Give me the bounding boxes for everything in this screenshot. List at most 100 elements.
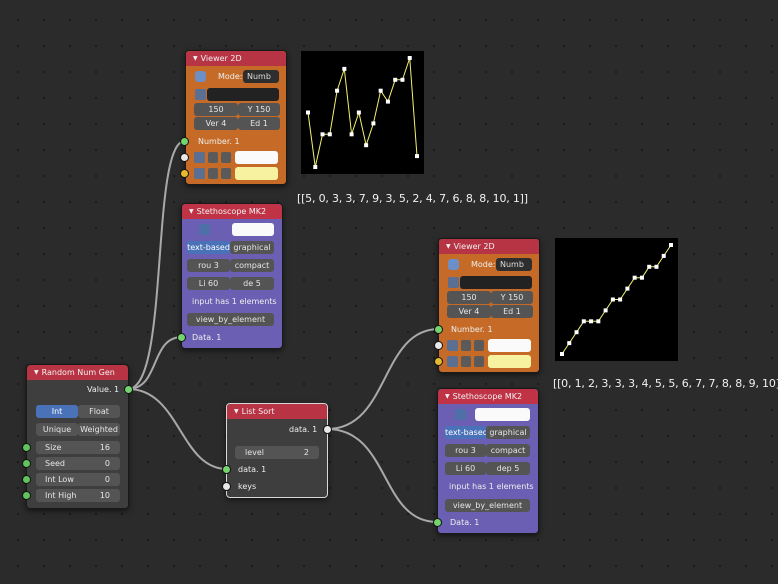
text-based-button[interactable]: text-based — [445, 426, 486, 439]
int-low-field[interactable]: Int Low 0 — [36, 473, 120, 486]
color-white-field[interactable] — [488, 339, 531, 352]
field-150[interactable]: 150 — [447, 291, 491, 304]
field-150[interactable]: 150 — [194, 103, 238, 116]
field-ed[interactable]: Ed 1 — [238, 117, 280, 130]
rounding-field[interactable]: rou 3 — [187, 259, 230, 272]
brush-icon[interactable] — [474, 340, 484, 351]
stetho1-data-socket[interactable] — [177, 333, 186, 342]
node-header[interactable]: ▼ Viewer 2D — [186, 51, 286, 66]
sort-data-output-socket[interactable] — [323, 425, 332, 434]
level-label: level — [245, 448, 265, 457]
globe-icon[interactable] — [195, 89, 206, 100]
field-y150[interactable]: Y 150 — [238, 103, 280, 116]
monitor-icon[interactable] — [199, 224, 210, 235]
size-field[interactable]: Size 16 — [36, 441, 120, 454]
weighted-button[interactable]: Weighted — [78, 423, 120, 436]
random-seed-socket[interactable] — [22, 459, 31, 468]
edit-icon[interactable] — [461, 356, 471, 367]
int-button[interactable]: Int — [36, 405, 78, 418]
stethoscope-node[interactable]: ▼ Stethoscope MK2 text-based graphical ro… — [181, 203, 283, 349]
random-int-high-socket[interactable] — [22, 491, 31, 500]
edit-icon[interactable] — [461, 340, 471, 351]
random-int-low-socket[interactable] — [22, 475, 31, 484]
collapse-triangle-icon[interactable]: ▼ — [34, 369, 39, 376]
viewer1-color-socket[interactable] — [180, 153, 189, 162]
graphical-button[interactable]: graphical — [486, 426, 530, 439]
edit-icon[interactable] — [208, 152, 218, 163]
color-white-field[interactable] — [235, 151, 278, 164]
stetho2-data-socket[interactable] — [433, 518, 442, 527]
eye-icon[interactable] — [195, 71, 206, 82]
color-field[interactable] — [207, 88, 279, 101]
node-header[interactable]: ▼ Stethoscope MK2 — [438, 389, 538, 404]
depth-field[interactable]: de 5 — [230, 277, 274, 290]
grid-icon[interactable] — [194, 168, 205, 179]
grid-icon[interactable] — [447, 340, 458, 351]
level-field[interactable]: level 2 — [235, 446, 319, 459]
color-yellow-field[interactable] — [235, 167, 278, 180]
field-ver[interactable]: Ver 4 — [194, 117, 238, 130]
viewer2-plot-point — [567, 341, 572, 346]
viewer-2d-node[interactable]: ▼ Viewer 2D Mode: Numb 150 Y 150 Ver 4 Ed… — [185, 50, 287, 185]
color-white-field[interactable] — [475, 408, 530, 421]
mode-dropdown[interactable]: Numb — [496, 258, 532, 271]
grid-icon[interactable] — [194, 152, 205, 163]
field-ver[interactable]: Ver 4 — [447, 305, 491, 318]
line-width-field[interactable]: Li 60 — [187, 277, 230, 290]
compact-button[interactable]: compact — [230, 259, 274, 272]
collapse-triangle-icon[interactable]: ▼ — [446, 243, 451, 250]
unique-button[interactable]: Unique — [36, 423, 78, 436]
node-header[interactable]: ▼ Stethoscope MK2 — [182, 204, 282, 219]
brush-icon[interactable] — [221, 168, 231, 179]
rounding-field[interactable]: rou 3 — [445, 444, 486, 457]
viewer1-plot-point — [327, 132, 332, 137]
field-y150[interactable]: Y 150 — [491, 291, 533, 304]
stethoscope-node-2[interactable]: ▼ Stethoscope MK2 text-based graphical ro… — [437, 388, 539, 534]
mode-dropdown[interactable]: Numb — [243, 70, 279, 83]
graphical-button[interactable]: graphical — [230, 241, 274, 254]
globe-icon[interactable] — [448, 277, 459, 288]
viewer2-color-socket[interactable] — [434, 341, 443, 350]
sort-keys-input-socket[interactable] — [222, 482, 231, 491]
collapse-triangle-icon[interactable]: ▼ — [234, 408, 239, 415]
viewer2-color2-socket[interactable] — [434, 357, 443, 366]
viewer1-color2-socket[interactable] — [180, 169, 189, 178]
edit-icon[interactable] — [208, 168, 218, 179]
list-sort-node[interactable]: ▼ List Sort data. 1 level 2 data. 1 keys — [226, 403, 328, 498]
int-high-field[interactable]: Int High 10 — [36, 489, 120, 502]
brush-icon[interactable] — [474, 356, 484, 367]
color-white-field[interactable] — [232, 223, 274, 236]
line-width-field[interactable]: Li 60 — [445, 462, 486, 475]
field-ed[interactable]: Ed 1 — [491, 305, 533, 318]
int-high-value: 10 — [99, 491, 110, 500]
collapse-triangle-icon[interactable]: ▼ — [189, 208, 194, 215]
collapse-triangle-icon[interactable]: ▼ — [445, 393, 450, 400]
color-yellow-field[interactable] — [488, 355, 531, 368]
collapse-triangle-icon[interactable]: ▼ — [193, 55, 198, 62]
node-header[interactable]: ▼ List Sort — [227, 404, 327, 419]
eye-icon[interactable] — [448, 259, 459, 270]
viewer-2d-node-2[interactable]: ▼ Viewer 2D Mode: Numb 150 Y 150 Ver 4 Ed… — [438, 238, 540, 373]
view-by-element-button[interactable]: view_by_element — [445, 499, 530, 512]
float-button[interactable]: Float — [78, 405, 120, 418]
grid-icon[interactable] — [447, 356, 458, 367]
depth-field[interactable]: dep 5 — [486, 462, 530, 475]
compact-button[interactable]: compact — [486, 444, 530, 457]
node-header[interactable]: ▼ Viewer 2D — [439, 239, 539, 254]
random-num-gen-node[interactable]: ▼ Random Num Gen Value. 1 Int Float Uniqu… — [26, 364, 129, 509]
viewer2-output-text: [[0, 1, 2, 3, 3, 3, 4, 5, 5, 6, 7, 7, 8,… — [553, 377, 778, 390]
text-based-button[interactable]: text-based — [187, 241, 230, 254]
random-value-output-socket[interactable] — [124, 385, 133, 394]
brush-icon[interactable] — [221, 152, 231, 163]
viewer1-number-socket[interactable] — [180, 137, 189, 146]
link-random-viewer1 — [127, 140, 186, 390]
sort-data-input-socket[interactable] — [222, 465, 231, 474]
view-by-element-button[interactable]: view_by_element — [187, 313, 274, 326]
node-header[interactable]: ▼ Random Num Gen — [27, 365, 128, 380]
random-size-socket[interactable] — [22, 443, 31, 452]
seed-field[interactable]: Seed 0 — [36, 457, 120, 470]
viewer2-plot-point — [632, 275, 637, 280]
color-field[interactable] — [460, 276, 532, 289]
monitor-icon[interactable] — [455, 409, 466, 420]
viewer2-number-socket[interactable] — [434, 325, 443, 334]
